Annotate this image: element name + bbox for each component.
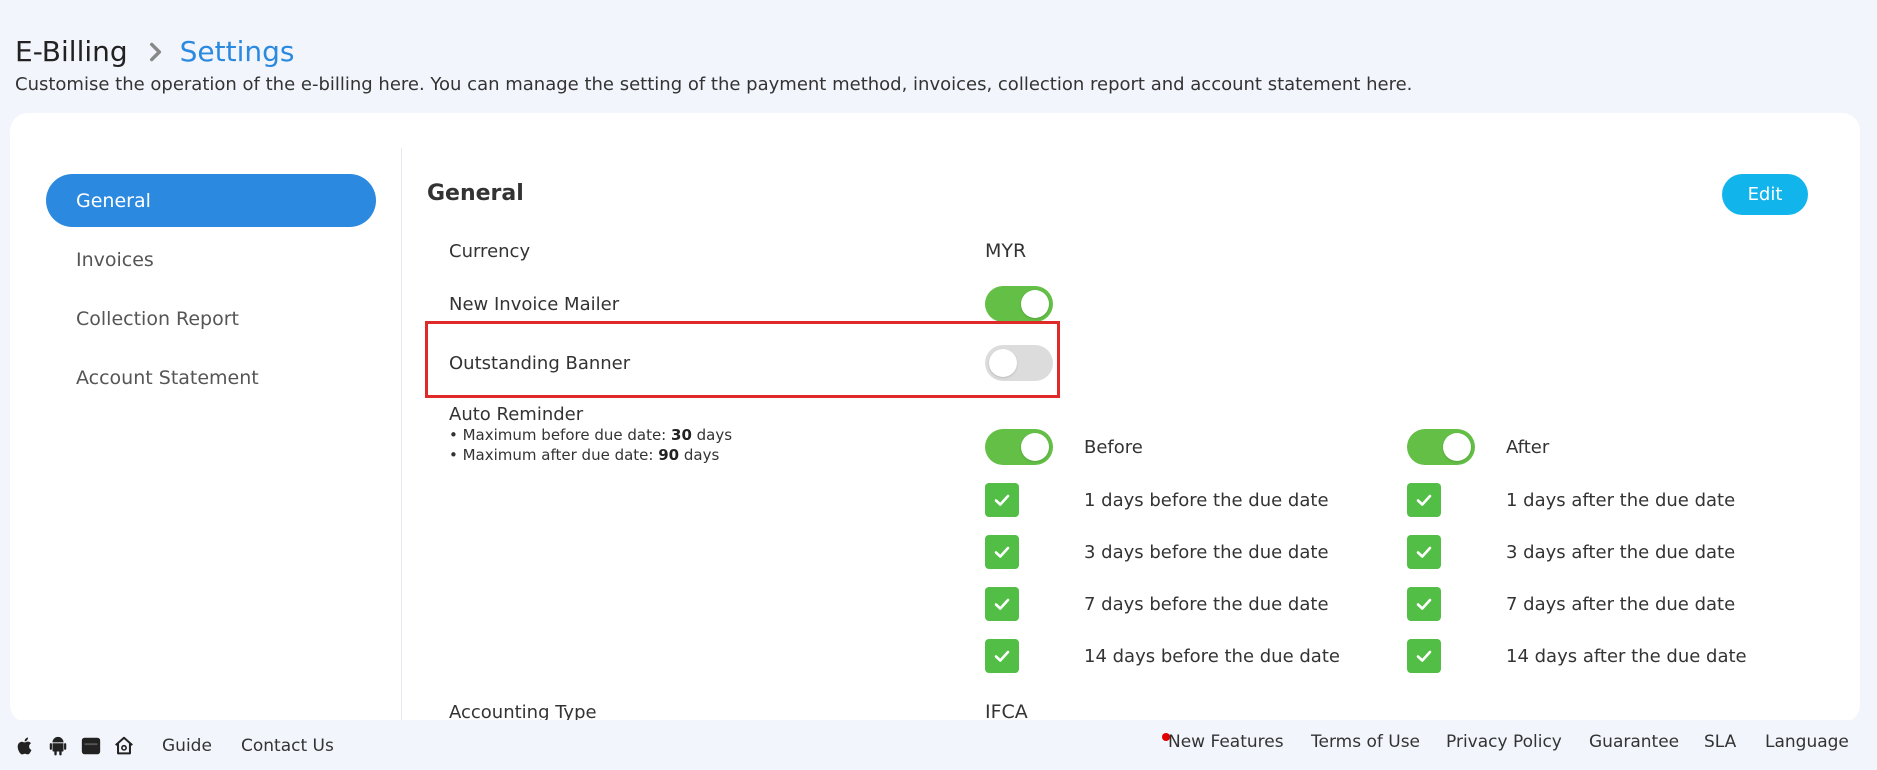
after-7-days-checkbox[interactable]: [1407, 587, 1441, 621]
check-icon: [994, 494, 1010, 506]
settings-card: General Invoices Collection Report Accou…: [10, 113, 1860, 723]
currency-value: MYR: [985, 240, 1027, 262]
after-3-days-label: 3 days after the due date: [1506, 542, 1736, 563]
footer-icons: [14, 735, 135, 757]
footer: Guide Contact Us New Features Terms of U…: [0, 720, 1877, 770]
sidebar-item-account-statement[interactable]: Account Statement: [46, 351, 376, 404]
auto-reminder-label: Auto Reminder: [449, 404, 584, 425]
before-7-days-checkbox[interactable]: [985, 587, 1019, 621]
page-header: E-Billing Settings Customise the operati…: [15, 34, 1412, 95]
privacy-policy-link[interactable]: Privacy Policy: [1446, 732, 1562, 752]
after-reminder-toggle[interactable]: [1407, 429, 1475, 465]
before-14-days-checkbox[interactable]: [985, 639, 1019, 673]
before-1-day-checkbox[interactable]: [985, 483, 1019, 517]
toggle-knob: [1021, 433, 1049, 461]
guarantee-link[interactable]: Guarantee: [1589, 732, 1679, 752]
settings-sidebar: General Invoices Collection Report Accou…: [46, 174, 376, 410]
sla-link[interactable]: SLA: [1704, 732, 1736, 752]
edit-button[interactable]: Edit: [1722, 174, 1808, 215]
sidebar-item-general[interactable]: General: [46, 174, 376, 227]
check-icon: [994, 546, 1010, 558]
home-icon[interactable]: [113, 735, 135, 757]
sidebar-divider: [401, 148, 402, 723]
apple-icon[interactable]: [14, 735, 36, 757]
max-before-note: • Maximum before due date: 30 days: [449, 426, 733, 444]
before-3-days-checkbox[interactable]: [985, 535, 1019, 569]
outstanding-banner-toggle[interactable]: [985, 345, 1053, 381]
breadcrumb-e-billing[interactable]: E-Billing: [15, 34, 128, 70]
toggle-knob: [1443, 433, 1471, 461]
new-invoice-mailer-label: New Invoice Mailer: [449, 294, 620, 315]
check-icon: [1416, 650, 1432, 662]
toggle-knob: [1021, 290, 1049, 318]
auto-reminder-info: Auto Reminder • Maximum before due date:…: [449, 405, 732, 465]
check-icon: [994, 650, 1010, 662]
terms-of-use-link[interactable]: Terms of Use: [1311, 732, 1420, 752]
after-14-days-label: 14 days after the due date: [1506, 646, 1747, 667]
new-invoice-mailer-toggle[interactable]: [985, 286, 1053, 322]
before-1-day-label: 1 days before the due date: [1084, 490, 1329, 511]
breadcrumb: E-Billing Settings: [15, 34, 1412, 70]
after-1-day-label: 1 days after the due date: [1506, 490, 1736, 511]
section-title: General: [427, 181, 524, 206]
chevron-right-icon: [149, 42, 161, 62]
android-icon[interactable]: [47, 735, 69, 757]
check-icon: [1416, 598, 1432, 610]
before-3-days-label: 3 days before the due date: [1084, 542, 1329, 563]
after-14-days-checkbox[interactable]: [1407, 639, 1441, 673]
before-label: Before: [1084, 437, 1143, 458]
guide-link[interactable]: Guide: [162, 736, 212, 756]
check-icon: [1416, 546, 1432, 558]
sidebar-item-collection-report[interactable]: Collection Report: [46, 292, 376, 345]
check-icon: [1416, 494, 1432, 506]
max-after-note: • Maximum after due date: 90 days: [449, 446, 720, 464]
toggle-knob: [989, 349, 1017, 377]
new-features-link[interactable]: New Features: [1168, 732, 1284, 752]
outstanding-banner-label: Outstanding Banner: [449, 353, 631, 374]
after-3-days-checkbox[interactable]: [1407, 535, 1441, 569]
before-reminder-toggle[interactable]: [985, 429, 1053, 465]
contact-us-link[interactable]: Contact Us: [241, 736, 334, 756]
currency-label: Currency: [449, 241, 531, 262]
check-icon: [994, 598, 1010, 610]
page-subtitle: Customise the operation of the e-billing…: [15, 74, 1413, 95]
general-settings-panel: General Edit Currency MYR New Invoice Ma…: [425, 113, 1860, 723]
language-link[interactable]: Language: [1765, 732, 1849, 752]
after-label: After: [1506, 437, 1550, 458]
sidebar-item-invoices[interactable]: Invoices: [46, 233, 376, 286]
after-7-days-label: 7 days after the due date: [1506, 594, 1736, 615]
before-7-days-label: 7 days before the due date: [1084, 594, 1329, 615]
after-1-day-checkbox[interactable]: [1407, 483, 1441, 517]
before-14-days-label: 14 days before the due date: [1084, 646, 1340, 667]
breadcrumb-settings: Settings: [179, 35, 295, 68]
app-icon[interactable]: [80, 735, 102, 757]
